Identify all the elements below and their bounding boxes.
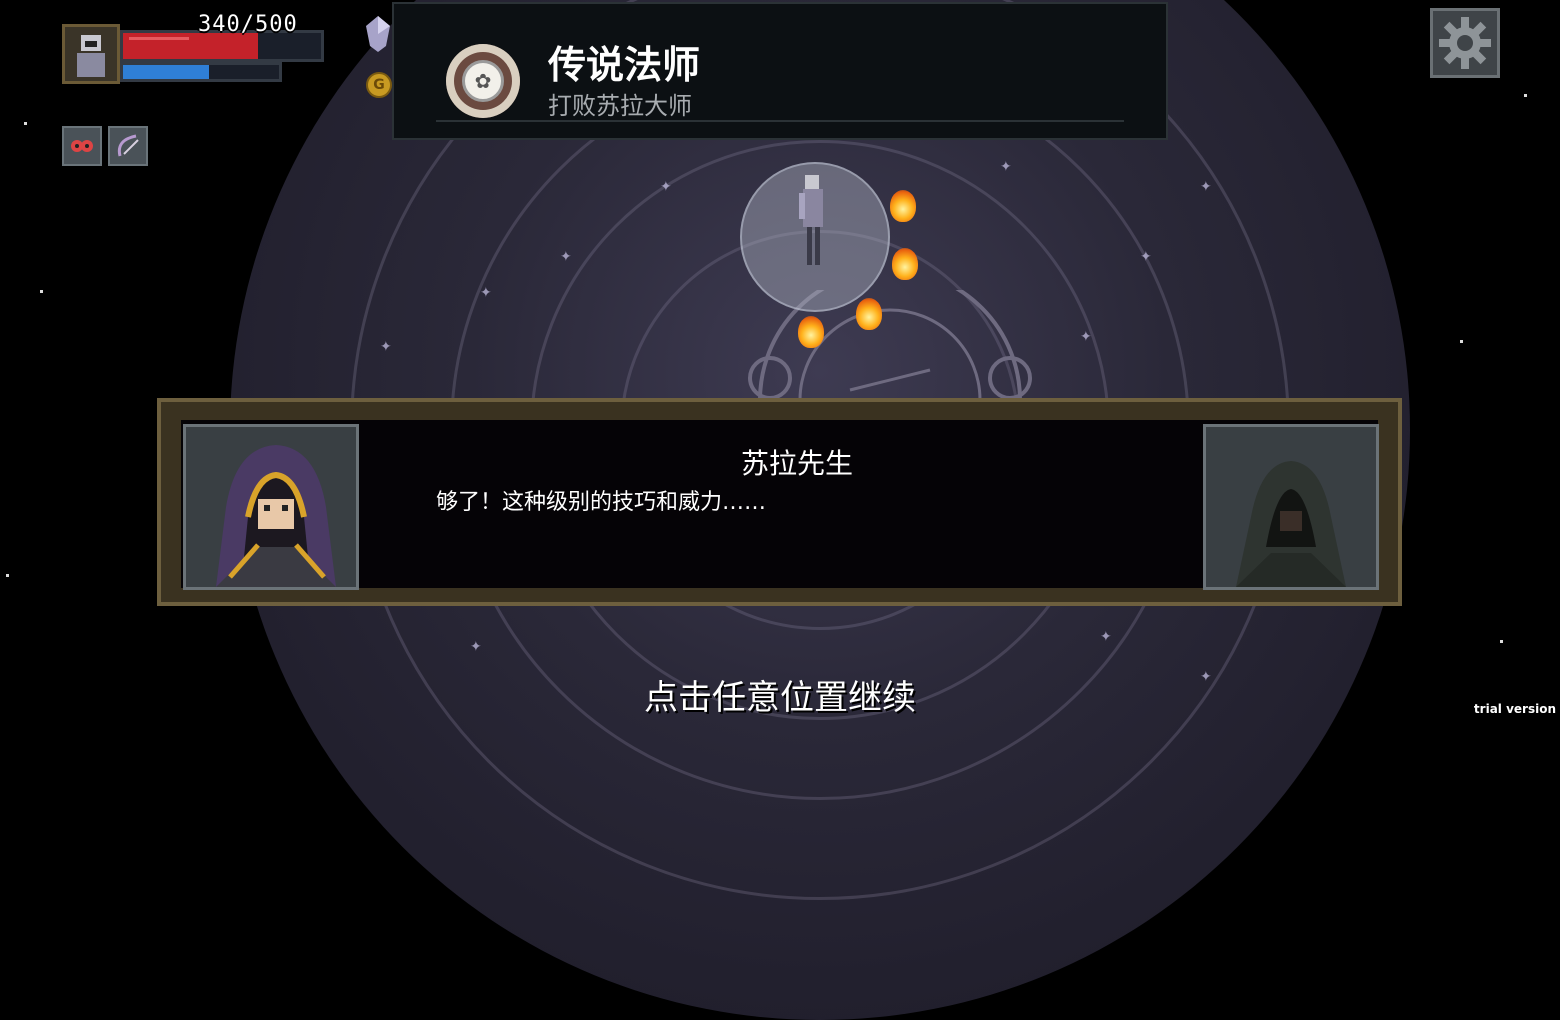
sparkle: ✦: [560, 249, 572, 265]
background-star: [1460, 340, 1463, 343]
mana-bar-fill: [123, 65, 209, 79]
health-text: 340/500: [198, 12, 298, 37]
sparkle: ✦: [480, 285, 492, 301]
listener-portrait: [1203, 424, 1379, 590]
background-star: [40, 290, 43, 293]
gear-icon: [1439, 17, 1491, 69]
crystal-icon: [366, 16, 390, 52]
player-portrait-icon[interactable]: [62, 24, 120, 84]
continue-prompt[interactable]: 点击任意位置继续: [0, 670, 1560, 719]
bow-skill-icon[interactable]: [108, 126, 148, 166]
sparkle: ✦: [1100, 629, 1112, 645]
fireball: [890, 190, 916, 222]
toast-divider: [436, 120, 1124, 122]
background-star: [24, 122, 27, 125]
gold-coin-icon: G: [366, 72, 392, 98]
fireball: [856, 298, 882, 330]
trial-watermark: trial version: [1473, 702, 1556, 716]
hooded-mage-portrait-icon: [216, 445, 336, 587]
sparkle: ✦: [1140, 249, 1152, 265]
achievement-subtitle: 打败苏拉大师: [548, 92, 692, 120]
settings-button[interactable]: [1430, 8, 1500, 78]
background-star: [1500, 640, 1503, 643]
sparkle: ✦: [1200, 179, 1212, 195]
sparkle: ✦: [470, 639, 482, 655]
sparkle: ✦: [1080, 329, 1092, 345]
mana-bar: [120, 62, 282, 82]
fireball: [798, 316, 824, 348]
hooded-figure-portrait-icon: [1236, 461, 1346, 587]
background-star: [6, 574, 9, 577]
player-character: [799, 175, 823, 265]
magic-sigil: [748, 290, 1032, 400]
sparkle: ✦: [660, 179, 672, 195]
achievement-medal-icon: ✿: [446, 44, 520, 118]
achievement-toast: ✿ 传说法师 打败苏拉大师: [392, 2, 1168, 140]
background-star: [1524, 94, 1527, 97]
dialog-text-area: 苏拉先生 够了！这种级别的技巧和威力……: [181, 420, 1378, 588]
sparkle: ✦: [380, 339, 392, 355]
dialog-line: 够了！这种级别的技巧和威力……: [436, 490, 767, 515]
achievement-title: 传说法师: [548, 43, 701, 87]
speaker-portrait: [183, 424, 359, 590]
dialog-box[interactable]: 苏拉先生 够了！这种级别的技巧和威力……: [157, 398, 1402, 606]
speaker-name: 苏拉先生: [741, 447, 854, 480]
fireball: [892, 248, 918, 280]
sparkle: ✦: [1000, 159, 1012, 175]
mask-skill-icon[interactable]: [62, 126, 102, 166]
